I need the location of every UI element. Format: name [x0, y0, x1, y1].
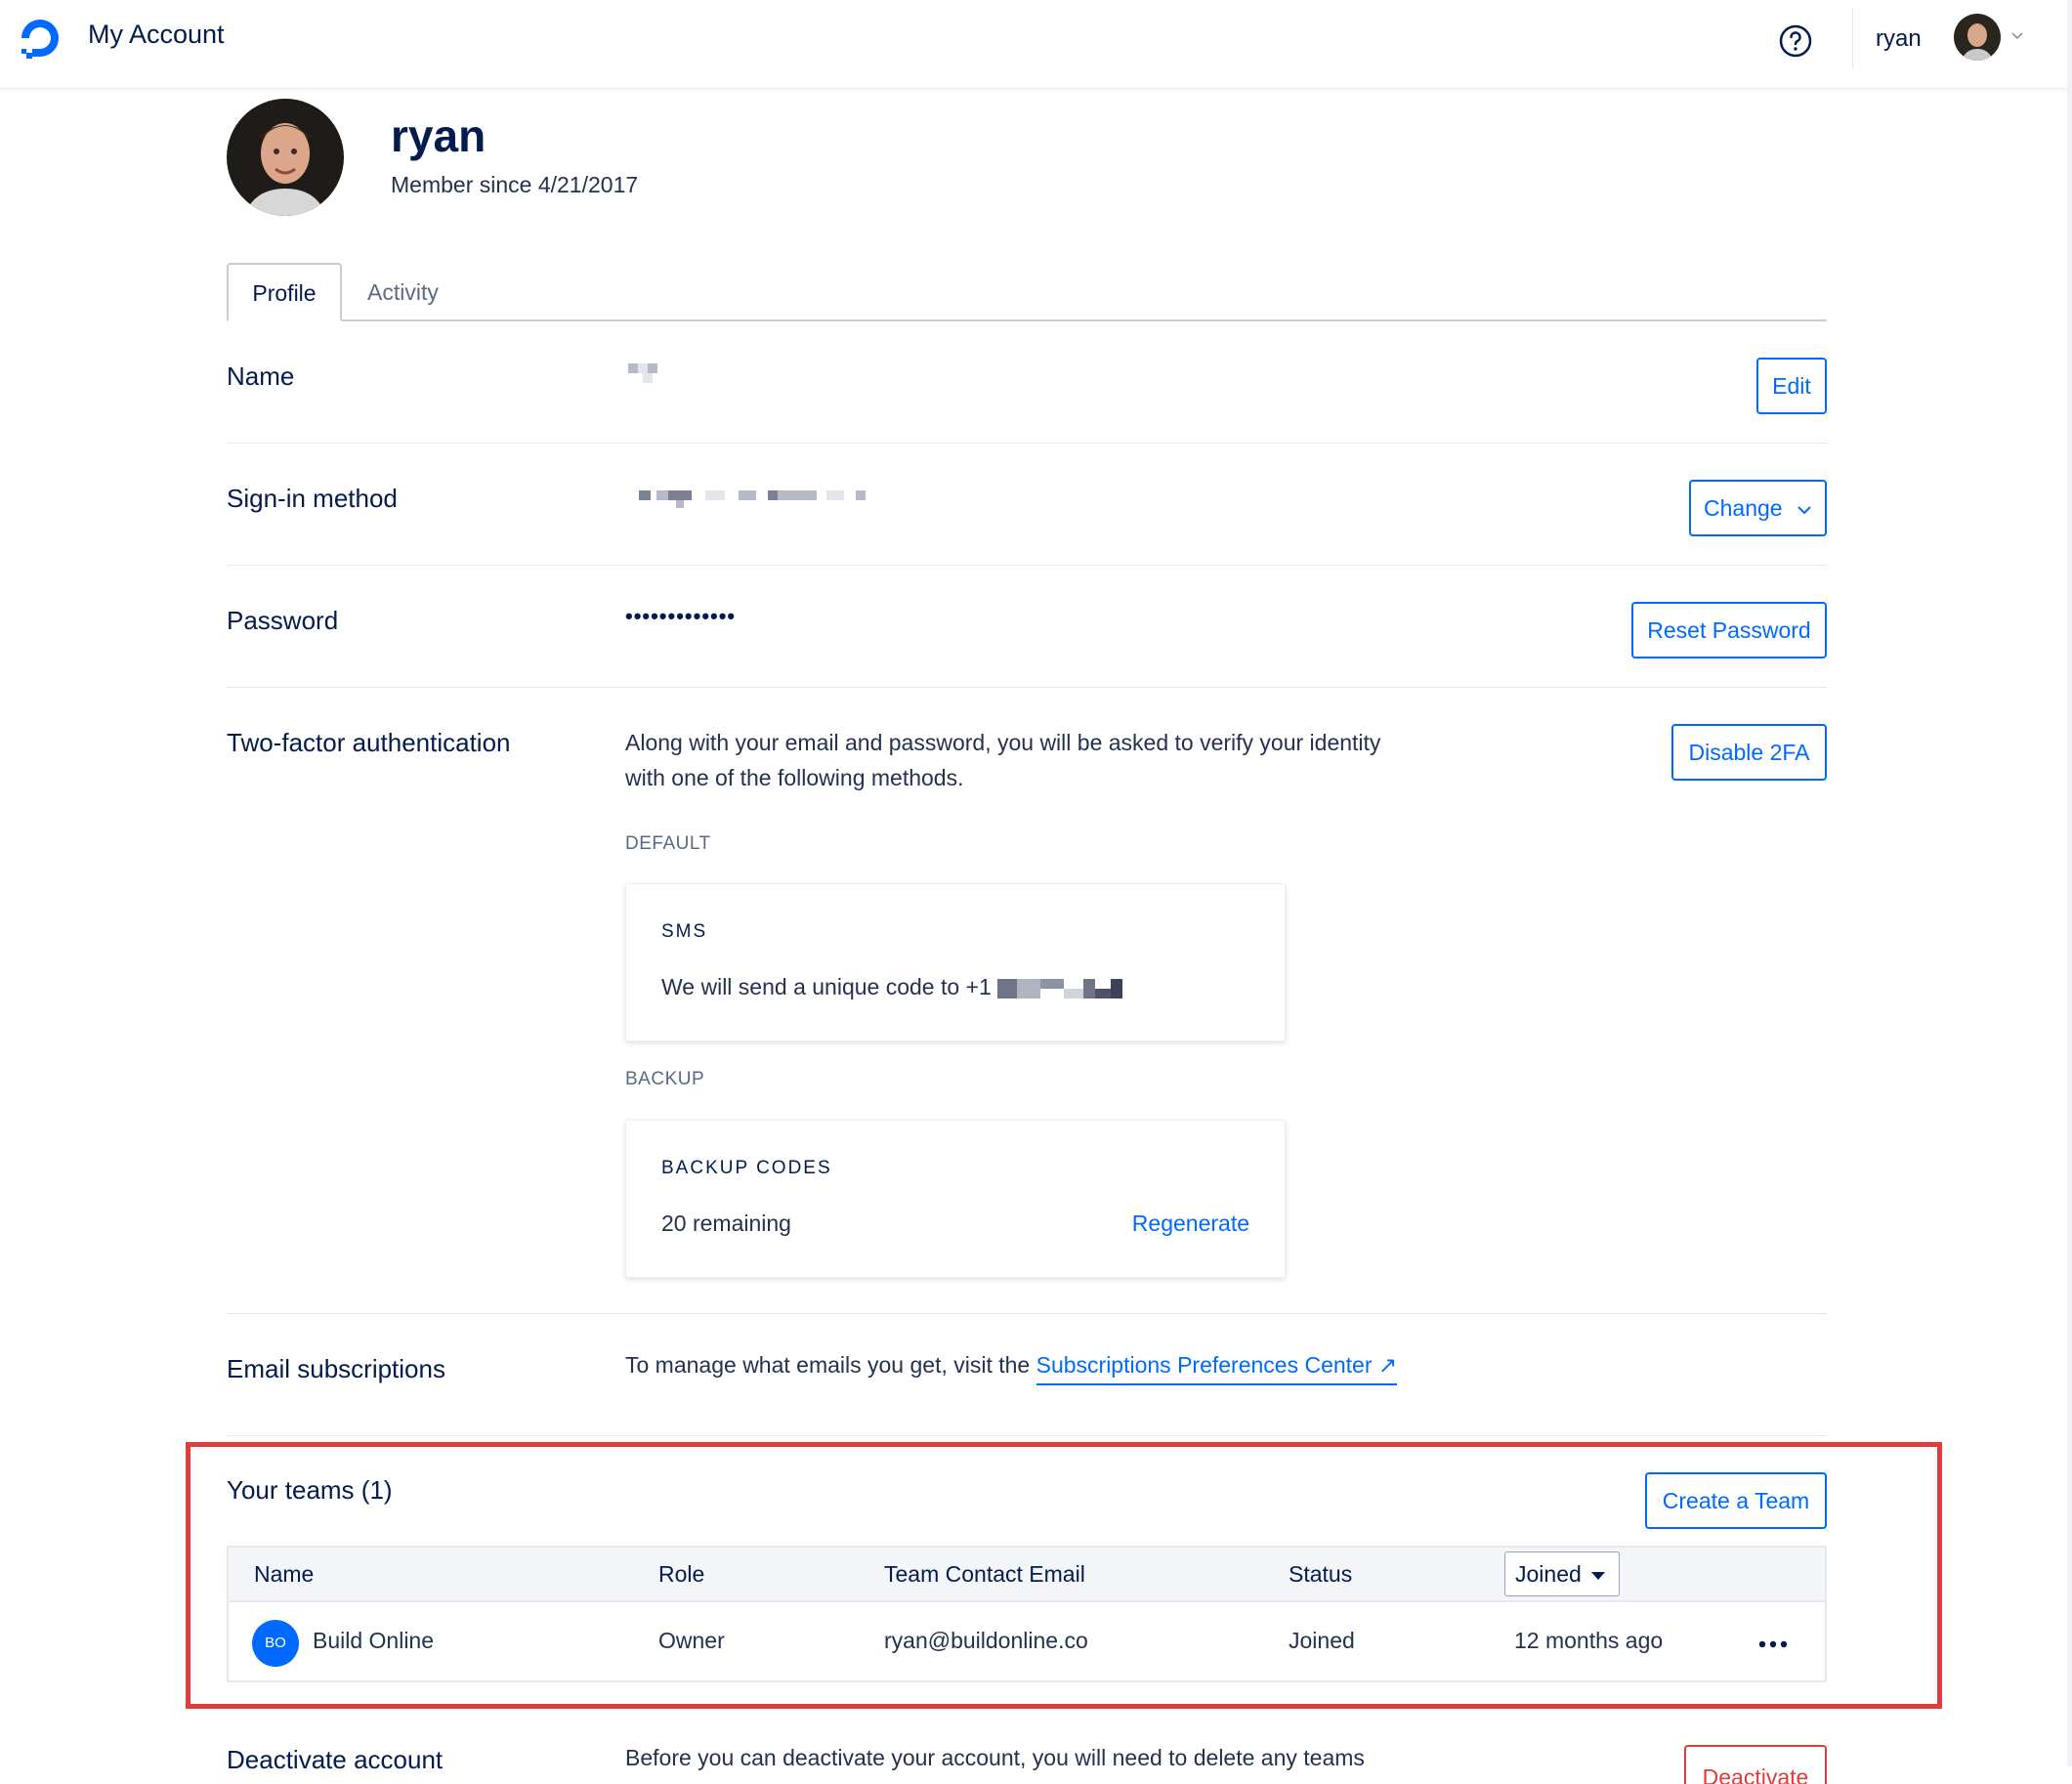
more-options-icon[interactable]: [1758, 1639, 1788, 1649]
profile-name: ryan: [391, 110, 486, 161]
team-name[interactable]: Build Online: [313, 1628, 434, 1654]
create-team-button[interactable]: Create a Team: [1645, 1472, 1827, 1529]
top-bar: My Account ryan: [0, 0, 2072, 89]
phone-number-redacted: [997, 978, 1123, 998]
row-divider: [227, 565, 1827, 566]
change-signin-label: Change: [1704, 495, 1783, 521]
email-subscriptions-label: Email subscriptions: [227, 1354, 445, 1383]
page-scroll-edge: [2067, 0, 2072, 1766]
change-signin-button[interactable]: Change: [1689, 480, 1827, 536]
team-joined: 12 months ago: [1514, 1628, 1664, 1653]
sms-card-label: We will send a unique code to +1: [661, 974, 992, 999]
chevron-down-icon: [1797, 506, 1811, 515]
row-divider: [227, 687, 1827, 688]
caret-down-icon: [1591, 1572, 1605, 1580]
team-contact-email: ryan@buildonline.co: [884, 1628, 1088, 1653]
default-heading: DEFAULT: [625, 833, 711, 854]
app-title: My Account: [88, 20, 225, 49]
sms-card-title: SMS: [661, 921, 708, 942]
teams-table: Name Role Team Contact Email Status Join…: [227, 1546, 1827, 1682]
row-divider: [227, 1435, 1827, 1436]
regenerate-link[interactable]: Regenerate: [1132, 1211, 1249, 1237]
table-header: Name Role Team Contact Email Status Join…: [229, 1548, 1825, 1602]
tab-activity[interactable]: Activity: [367, 279, 439, 306]
joined-sort-label: Joined: [1515, 1561, 1582, 1587]
deactivate-account-label: Deactivate account: [227, 1745, 444, 1774]
row-divider: [227, 443, 1827, 444]
two-factor-description: Along with your email and password, you …: [625, 730, 1381, 790]
disable-2fa-button[interactable]: Disable 2FA: [1671, 724, 1827, 781]
digitalocean-logo-icon[interactable]: [16, 14, 64, 63]
password-value: •••••••••••••: [625, 604, 737, 628]
team-avatar: BO: [252, 1620, 299, 1667]
two-factor-label: Two-factor authentication: [227, 728, 511, 757]
name-label: Name: [227, 361, 295, 391]
signin-method-label: Sign-in method: [227, 484, 398, 513]
deactivate-button[interactable]: Deactivate: [1684, 1745, 1827, 1784]
chevron-down-icon[interactable]: [2010, 29, 2024, 43]
row-divider: [227, 1313, 1827, 1314]
email-subscriptions-description: To manage what emails you get, visit the: [625, 1352, 1031, 1378]
backup-codes-remaining: 20 remaining: [661, 1211, 791, 1236]
column-contact-email: Team Contact Email: [884, 1561, 1085, 1587]
backup-codes-title: BACKUP CODES: [661, 1158, 832, 1178]
sms-card-text: We will send a unique code to +1: [661, 974, 1123, 1000]
team-role: Owner: [658, 1628, 725, 1653]
teams-label: Your teams (1): [227, 1475, 393, 1505]
team-status: Joined: [1289, 1628, 1355, 1653]
column-name: Name: [254, 1561, 315, 1587]
column-status: Status: [1289, 1561, 1353, 1587]
deactivate-button-label: Deactivate: [1702, 1764, 1809, 1784]
deactivate-account-text: Before you can deactivate your account, …: [625, 1745, 1365, 1770]
email-subscriptions-text: To manage what emails you get, visit the…: [625, 1352, 1398, 1385]
backup-heading: BACKUP: [625, 1069, 705, 1089]
reset-password-button[interactable]: Reset Password: [1631, 602, 1827, 658]
subscriptions-preferences-link[interactable]: Subscriptions Preferences Center ↗: [1036, 1352, 1398, 1385]
password-label: Password: [227, 606, 339, 635]
edit-name-button[interactable]: Edit: [1756, 358, 1827, 414]
help-icon[interactable]: [1778, 23, 1813, 59]
divider: [1852, 8, 1853, 68]
profile-avatar: [227, 99, 344, 216]
joined-sort-dropdown[interactable]: Joined: [1504, 1551, 1620, 1596]
user-menu-name[interactable]: ryan: [1876, 25, 1922, 53]
user-avatar[interactable]: [1954, 14, 2001, 61]
backup-codes-card: BACKUP CODES 20 remaining Regenerate: [625, 1120, 1286, 1278]
column-role: Role: [658, 1561, 705, 1587]
tab-profile[interactable]: Profile: [227, 263, 342, 321]
member-since: Member since 4/21/2017: [391, 172, 639, 197]
sms-card: SMS We will send a unique code to +1: [625, 883, 1286, 1041]
tabs-underline: [227, 319, 1827, 321]
